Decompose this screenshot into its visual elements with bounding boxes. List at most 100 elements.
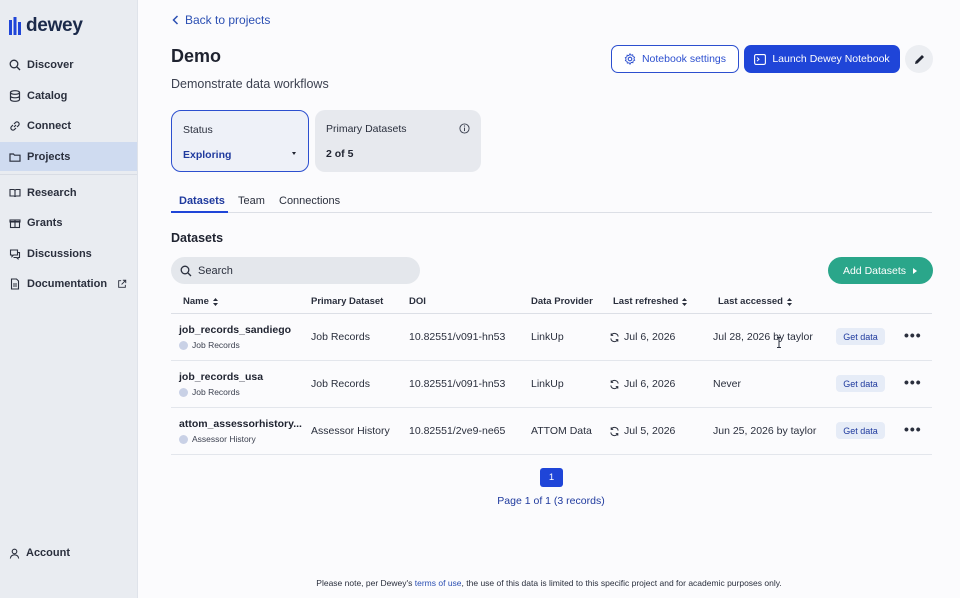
- account-label: Account: [26, 547, 70, 559]
- status-value: Exploring: [183, 149, 232, 161]
- chat-icon: [9, 248, 21, 260]
- caret-down-icon: [292, 152, 296, 155]
- sidebar-item-research[interactable]: Research: [0, 178, 137, 207]
- primary-datasets-card: Primary Datasets 2 of 5: [315, 110, 481, 172]
- sidebar-item-documentation[interactable]: Documentation: [0, 269, 137, 298]
- launch-notebook-label: Launch Dewey Notebook: [772, 53, 890, 65]
- sidebar-item-label: Connect: [27, 119, 71, 132]
- datasets-section-title: Datasets: [171, 231, 224, 245]
- pencil-icon: [914, 54, 924, 64]
- last-accessed: Jun 25, 2026 by taylor: [713, 425, 817, 437]
- chevron-left-icon: [172, 15, 179, 25]
- table-row[interactable]: job_records_sandiego Job Records Job Rec…: [171, 314, 932, 361]
- info-icon[interactable]: [459, 123, 470, 134]
- doi: 10.82551/v091-hn53: [409, 331, 506, 343]
- sidebar-item-discussions[interactable]: Discussions: [0, 239, 137, 268]
- tab-datasets[interactable]: Datasets: [179, 195, 225, 207]
- column-header-primary-dataset: Primary Dataset: [311, 296, 383, 307]
- dataset-name[interactable]: job_records_usa: [179, 371, 263, 383]
- document-icon: [10, 277, 20, 290]
- sidebar-item-label: Discussions: [27, 247, 92, 260]
- column-label: Data Provider: [531, 296, 593, 307]
- footer-suffix: , the use of this data is limited to thi…: [461, 578, 782, 588]
- primary-dataset: Job Records: [311, 378, 370, 390]
- logo-text: dewey: [26, 15, 83, 36]
- sort-icon: [682, 297, 688, 306]
- caret-right-icon: [913, 267, 918, 274]
- dataset-subtitle-label: Job Records: [192, 340, 240, 350]
- account-link[interactable]: Account: [9, 547, 70, 559]
- get-data-button[interactable]: Get data: [836, 328, 885, 345]
- last-refreshed-date: Jul 6, 2026: [624, 378, 676, 390]
- column-label: DOI: [409, 296, 426, 307]
- notebook-settings-label: Notebook settings: [641, 53, 727, 65]
- get-data-button[interactable]: Get data: [836, 422, 885, 439]
- doi: 10.82551/2ve9-ne65: [409, 425, 506, 437]
- terminal-icon: [754, 53, 767, 65]
- sidebar-item-connect[interactable]: Connect: [0, 111, 137, 140]
- page-title: Demo: [171, 46, 222, 66]
- table-row[interactable]: job_records_usa Job Records Job Records …: [171, 361, 932, 408]
- more-options-icon[interactable]: •••: [904, 374, 922, 390]
- primary-datasets-label: Primary Datasets: [326, 123, 407, 135]
- launch-notebook-button[interactable]: Launch Dewey Notebook: [744, 45, 900, 73]
- more-options-icon[interactable]: •••: [904, 327, 922, 343]
- edit-project-button[interactable]: [905, 45, 933, 73]
- dataset-subtitle: Job Records: [179, 340, 240, 350]
- refresh-icon: [610, 379, 619, 389]
- column-header-last-accessed[interactable]: Last accessed: [718, 296, 792, 307]
- dataset-icon: [179, 434, 188, 444]
- refresh-icon: [610, 332, 619, 342]
- last-refreshed: Jul 6, 2026: [609, 378, 675, 390]
- table-row[interactable]: attom_assessorhistory... Assessor Histor…: [171, 408, 932, 455]
- search-input[interactable]: Search: [171, 257, 420, 284]
- terms-of-use-link[interactable]: terms of use: [415, 578, 462, 588]
- dataset-icon: [179, 387, 188, 397]
- sidebar-item-grants[interactable]: Grants: [0, 208, 137, 237]
- column-header-doi: DOI: [409, 296, 426, 307]
- sidebar-item-discover[interactable]: Discover: [0, 50, 137, 79]
- tab-connections[interactable]: Connections: [279, 195, 340, 207]
- notebook-settings-button[interactable]: Notebook settings: [611, 45, 739, 73]
- primary-dataset: Assessor History: [311, 425, 390, 437]
- tab-team[interactable]: Team: [238, 195, 265, 207]
- dataset-icon: [179, 340, 188, 350]
- get-data-button[interactable]: Get data: [836, 375, 885, 392]
- back-to-projects-link[interactable]: Back to projects: [172, 13, 270, 27]
- dataset-subtitle-label: Assessor History: [192, 434, 256, 444]
- data-provider: LinkUp: [531, 378, 564, 390]
- last-refreshed-date: Jul 6, 2026: [624, 331, 676, 343]
- sidebar-item-label: Research: [27, 186, 77, 199]
- status-dropdown[interactable]: Status Exploring: [171, 110, 309, 172]
- dewey-logo[interactable]: dewey: [9, 15, 83, 37]
- active-tab-indicator: [171, 211, 228, 213]
- link-icon: [10, 120, 20, 131]
- column-header-data-provider: Data Provider: [531, 296, 593, 307]
- sidebar-item-label: Documentation: [27, 277, 108, 290]
- sort-icon: [786, 297, 792, 306]
- column-header-last-refreshed[interactable]: Last refreshed: [613, 296, 688, 307]
- dewey-logo-icon: [9, 17, 21, 35]
- dataset-name[interactable]: job_records_sandiego: [179, 324, 291, 336]
- footer-note: Please note, per Dewey's terms of use, t…: [138, 578, 960, 588]
- sidebar-item-label: Grants: [27, 216, 63, 229]
- project-tabs: Datasets Team Connections: [171, 192, 932, 213]
- add-datasets-button[interactable]: Add Datasets: [828, 257, 933, 284]
- sidebar-item-catalog[interactable]: Catalog: [0, 81, 137, 110]
- doi: 10.82551/v091-hn53: [409, 378, 506, 390]
- sidebar-item-projects[interactable]: Projects: [0, 142, 137, 171]
- sidebar-item-label: Discover: [27, 58, 74, 71]
- folder-icon: [9, 152, 21, 162]
- status-label: Status: [183, 124, 213, 136]
- sidebar-item-label: Projects: [27, 150, 71, 163]
- search-placeholder: Search: [198, 264, 233, 277]
- dataset-subtitle: Assessor History: [179, 434, 256, 444]
- search-icon: [9, 59, 21, 70]
- column-header-name[interactable]: Name: [183, 296, 218, 307]
- page-button-current[interactable]: 1: [540, 468, 563, 487]
- dataset-name[interactable]: attom_assessorhistory...: [179, 418, 302, 430]
- last-refreshed: Jul 6, 2026: [609, 331, 675, 343]
- more-options-icon[interactable]: •••: [904, 421, 922, 437]
- column-label: Name: [183, 296, 209, 307]
- primary-datasets-value: 2 of 5: [326, 148, 354, 160]
